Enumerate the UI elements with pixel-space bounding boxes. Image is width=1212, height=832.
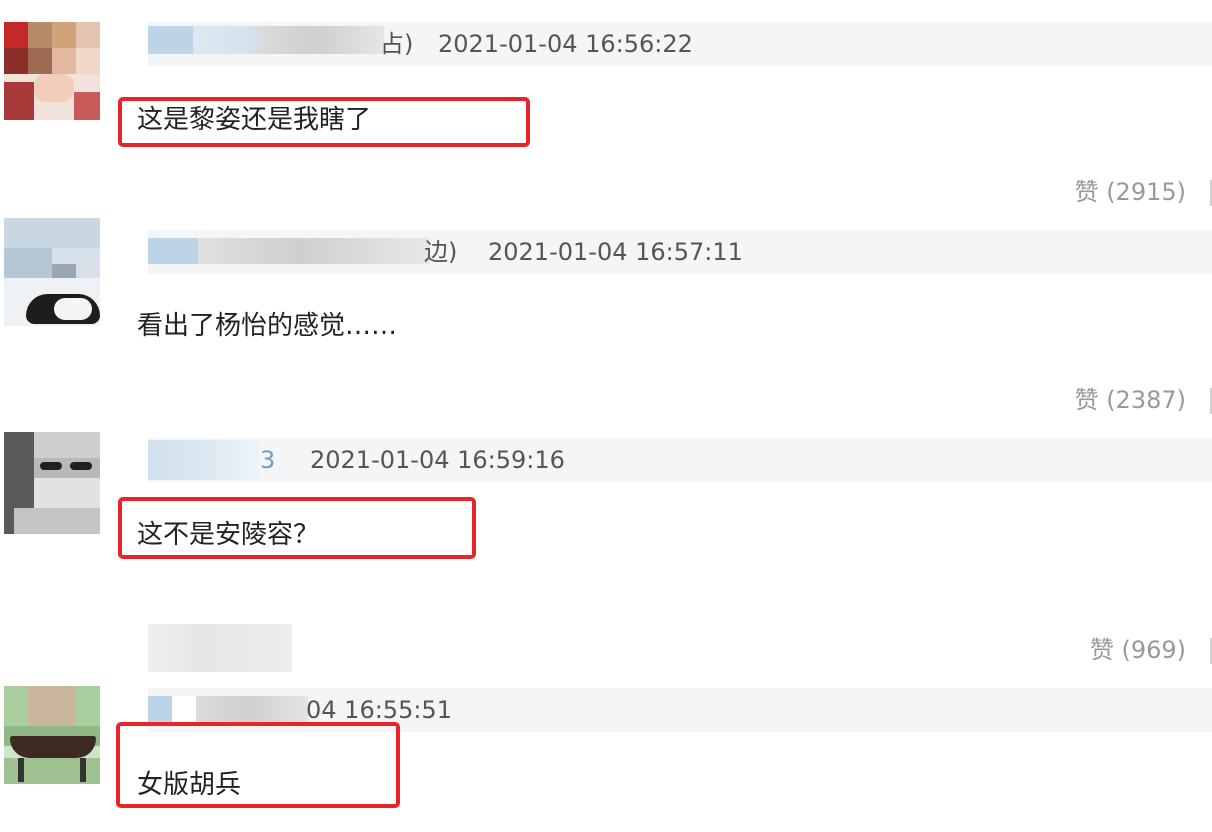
blurred-username[interactable] [148, 238, 430, 264]
comment-meta-bar: 3 2021-01-04 16:59:16 [148, 438, 1212, 482]
username-suffix: 3 [260, 446, 276, 474]
comment-meta-bar: 边) 2021-01-04 16:57:11 [148, 230, 1212, 274]
blurred-username[interactable] [148, 26, 384, 54]
blurred-username [148, 624, 292, 672]
comment-meta-bar: 占) 2021-01-04 16:56:22 [148, 22, 1212, 66]
comment-text: 女版胡兵 [137, 770, 242, 800]
avatar[interactable] [4, 432, 100, 534]
comment-timestamp: 2021-01-04 16:56:22 [438, 30, 693, 58]
comment-text: 这不是安陵容？ [137, 520, 320, 550]
like-button[interactable]: 赞 (969) [1090, 636, 1186, 664]
avatar[interactable] [4, 218, 100, 326]
username-suffix: 边) [424, 238, 458, 266]
comment-timestamp: 2021-01-04 16:59:16 [310, 446, 565, 474]
comment-timestamp: 04 16:55:51 [306, 696, 452, 724]
username-suffix: 占) [380, 30, 414, 58]
blurred-username[interactable] [148, 696, 308, 722]
comment-text: 这是黎姿还是我瞎了 [137, 105, 372, 135]
like-button[interactable]: 赞 (2915) [1075, 178, 1186, 206]
comment-timestamp: 2021-01-04 16:57:11 [488, 238, 743, 266]
blurred-username[interactable] [148, 440, 260, 480]
avatar[interactable] [4, 686, 100, 784]
like-button[interactable]: 赞 (2387) [1075, 386, 1186, 414]
avatar[interactable] [4, 22, 100, 120]
comment-text: 看出了杨怡的感觉…… [137, 311, 398, 341]
